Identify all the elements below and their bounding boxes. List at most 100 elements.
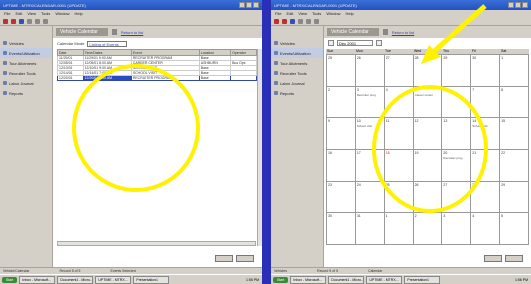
calendar-day-cell[interactable]: 7 [471,86,501,119]
calendar-day-cell[interactable]: 1 [384,213,414,245]
calendar-day-cell[interactable]: 4 [471,213,501,245]
start-button[interactable]: Start [273,276,289,283]
save-icon[interactable] [290,18,295,24]
calendar-event[interactable]: School visit [472,124,498,128]
forward-icon[interactable] [43,18,48,24]
taskbar-item[interactable]: UPTIME - MTRX... [366,275,403,284]
calendar-day-cell[interactable]: 5 Career center [413,86,443,119]
sidebar-item-vehicles[interactable]: Vehicles [0,38,52,48]
next-month-button[interactable] [376,40,382,46]
delete-icon[interactable] [282,18,287,24]
horizontal-scrollbar[interactable] [57,241,256,246]
calendar-day-cell[interactable]: 20 Recruiter prog [442,149,472,182]
table-row[interactable]: 12/20/01 12/20/01 8:00 AM RECRUITER PROGRA… [57,75,257,81]
calendar-day-cell[interactable]: 21 [471,149,501,182]
print-icon[interactable] [298,18,303,24]
calendar-day-cell[interactable]: 26 [355,55,385,87]
minimize-button[interactable] [239,2,245,8]
sidebar-item-tour-allotments[interactable]: Tour Allotments [271,58,323,68]
calendar-day-cell[interactable]: 18 [384,149,414,182]
calendar-day-cell[interactable]: 29 [500,181,529,214]
menu-tools[interactable]: Tools [312,11,321,16]
calendar-event[interactable]: Career center [415,93,441,97]
calendar-day-cell[interactable]: 30 [327,213,356,245]
calendar-day-cell[interactable]: 25 [327,55,356,87]
calendar-day-cell[interactable]: 27 [442,181,472,214]
calendar-day-cell[interactable]: 17 [355,149,385,182]
maximize-button[interactable] [246,2,252,8]
menu-edit[interactable]: Edit [15,11,22,16]
sidebar-item-labor-journal[interactable]: Labor Journal [271,78,323,88]
taskbar-item[interactable]: Inbox - Microsoft... [19,275,56,284]
prev-month-button[interactable] [328,40,334,46]
calendar-day-cell[interactable]: 30 [471,55,501,87]
close-button[interactable] [522,2,528,8]
calendar-day-cell[interactable]: 2 [413,213,443,245]
start-button[interactable]: Start [2,276,18,283]
menu-window[interactable]: Window [55,11,69,16]
cancel-button[interactable] [236,255,254,262]
calendar-day-cell[interactable]: 15 [500,118,529,150]
ok-button[interactable] [484,255,502,262]
calendar-day-cell[interactable]: 16 [327,149,356,182]
calendar-day-cell[interactable]: 9 [327,118,356,150]
menu-file[interactable]: File [275,11,281,16]
calendar-event[interactable]: Recruiter prog [357,93,383,97]
taskbar-item[interactable]: Document1 - Micro... [57,275,94,284]
calendar-day-cell[interactable]: 25 [384,181,414,214]
print-icon[interactable] [27,18,32,24]
calendar-day-cell[interactable]: 31 [355,213,385,245]
menu-file[interactable]: File [4,11,10,16]
calendar-day-cell[interactable]: 1 [500,55,529,87]
ok-button[interactable] [215,255,233,262]
return-link[interactable]: Return to list [121,30,143,35]
calendar-day-cell[interactable]: 28 [471,181,501,214]
sidebar-item-recruiter-tools[interactable]: Recruiter Tools [271,68,323,78]
forward-icon[interactable] [314,18,319,24]
stop-icon[interactable] [3,18,8,24]
calendar-day-cell[interactable]: 4 [384,86,414,119]
calendar-day-cell[interactable]: 11 [384,118,414,150]
calendar-event[interactable]: School visit [357,124,383,128]
calendar-day-cell[interactable]: 24 [355,181,385,214]
sidebar-item-events[interactable]: Events/Utilization [0,48,52,58]
calendar-day-cell[interactable]: 27 [384,55,414,87]
calendar-day-cell[interactable]: 29 [442,55,472,87]
calendar-day-cell[interactable]: 14 School visit [471,118,501,150]
taskbar-item[interactable]: Document1 - Micro... [328,275,365,284]
calendar-day-cell[interactable]: 13 [442,118,472,150]
stop-icon[interactable] [274,18,279,24]
save-icon[interactable] [19,18,24,24]
calendar-day-cell[interactable]: 3 Recruiter prog [355,86,385,119]
sidebar-item-events[interactable]: Events/Utilization [271,48,323,58]
delete-icon[interactable] [11,18,16,24]
menu-window[interactable]: Window [326,11,340,16]
menu-help[interactable]: Help [346,11,354,16]
menu-edit[interactable]: Edit [286,11,293,16]
maximize-button[interactable] [515,2,521,8]
back-icon[interactable] [306,18,311,24]
calendar-day-cell[interactable]: 10 School visit [355,118,385,150]
calendar-day-cell[interactable]: 6 [442,86,472,119]
calendar-day-cell[interactable]: 23 [327,181,356,214]
cancel-button[interactable] [505,255,523,262]
calendar-day-cell[interactable]: 19 [413,149,443,182]
sidebar-item-reports[interactable]: Reports [271,88,323,98]
calendar-day-cell[interactable]: 5 [500,213,529,245]
sidebar-item-tour-allotments[interactable]: Tour Allotments [0,58,52,68]
calendar-day-cell[interactable]: 3 [442,213,472,245]
calendar-mode-select[interactable]: Listing of Events [87,40,128,47]
menu-help[interactable]: Help [75,11,83,16]
close-button[interactable] [253,2,259,8]
taskbar-item[interactable]: Presentation1 [133,275,170,284]
back-icon[interactable] [35,18,40,24]
minimize-button[interactable] [508,2,514,8]
menu-view[interactable]: View [298,11,307,16]
menu-tools[interactable]: Tools [41,11,50,16]
sidebar-item-recruiter-tools[interactable]: Recruiter Tools [0,68,52,78]
taskbar-item[interactable]: Inbox - Microsoft... [290,275,327,284]
taskbar-item[interactable]: UPTIME - MTRX... [95,275,132,284]
sidebar-item-labor-journal[interactable]: Labor Journal [0,78,52,88]
calendar-day-cell[interactable]: 2 [327,86,356,119]
calendar-day-cell[interactable]: 28 [413,55,443,87]
